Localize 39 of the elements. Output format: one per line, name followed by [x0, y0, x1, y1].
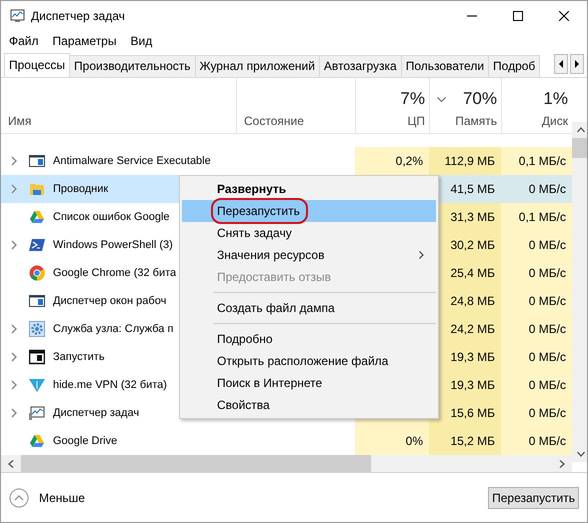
memory-value: 15,2 МБ	[450, 434, 495, 448]
window-title: Диспетчер задач	[31, 8, 125, 22]
disk-value: 0,1 МБ/с	[518, 210, 566, 224]
disk-value: 0,1 МБ/с	[518, 154, 566, 168]
disk-value: 0 МБ/с	[528, 294, 566, 308]
process-name: Windows PowerShell (3)	[53, 239, 173, 251]
disk-value: 0 МБ/с	[528, 238, 566, 252]
memory-value: 30,2 МБ	[450, 238, 495, 252]
memory-value: 31,3 МБ	[450, 210, 495, 224]
column-total: 7%	[400, 89, 425, 109]
disk-value: 0 МБ/с	[528, 406, 566, 420]
memory-value: 19,3 МБ	[450, 378, 495, 392]
process-name: Запустить	[53, 351, 105, 363]
process-name: Служба узла: Служба п	[53, 323, 174, 335]
column-total: 1%	[543, 89, 568, 109]
memory-value: 112,9 МБ	[444, 154, 495, 168]
disk-value: 0 МБ/с	[528, 378, 566, 392]
process-name: Список ошибок Google	[53, 211, 170, 223]
cpu-value: 0,2%	[396, 154, 423, 168]
memory-value: 24,2 МБ	[450, 322, 495, 336]
cpu-value: 0%	[406, 434, 423, 448]
memory-value: 25,4 МБ	[450, 266, 495, 280]
process-name: Antimalware Service Executable	[53, 155, 211, 167]
column-total: 70%	[462, 89, 497, 109]
memory-value: 24,8 МБ	[450, 294, 495, 308]
disk-value: 0 МБ/с	[528, 322, 566, 336]
process-name: Диспетчер окон рабоч	[53, 295, 166, 307]
process-name: Диспетчер задач	[53, 407, 140, 419]
memory-value: 15,6 МБ	[450, 406, 495, 420]
disk-value: 0 МБ/с	[528, 434, 566, 448]
disk-value: 0 МБ/с	[528, 182, 566, 196]
process-name: Google Drive	[53, 435, 118, 447]
process-name: Проводник	[53, 183, 108, 195]
process-name: Google Chrome (32 бита	[53, 267, 176, 279]
process-name: hide.me VPN (32 бита)	[53, 379, 167, 391]
disk-value: 0 МБ/с	[528, 350, 566, 364]
disk-value: 0 МБ/с	[528, 266, 566, 280]
memory-value: 19,3 МБ	[450, 350, 495, 364]
memory-value: 41,5 МБ	[450, 182, 495, 196]
